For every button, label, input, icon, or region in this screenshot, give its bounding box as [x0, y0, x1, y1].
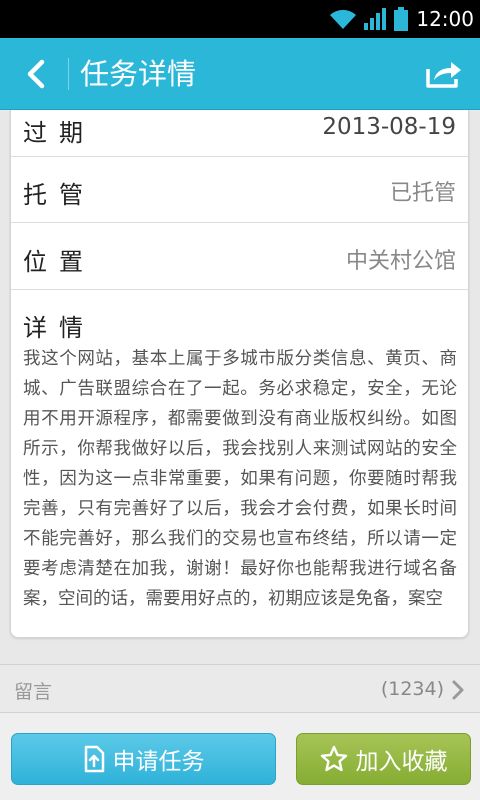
expire-value: 2013-08-19	[322, 114, 456, 140]
status-bar: 12:00	[0, 0, 480, 38]
title-divider	[68, 58, 69, 90]
location-value: 中关村公馆	[345, 249, 456, 274]
expire-row: 过期 2013-08-19	[11, 110, 468, 157]
add-favorite-label: 加入收藏	[355, 749, 448, 775]
share-icon	[426, 62, 461, 88]
apply-document-icon	[84, 745, 104, 773]
add-favorite-button[interactable]: 加入收藏	[296, 733, 471, 785]
status-time: 12:00	[416, 7, 474, 31]
signal-icon	[364, 8, 387, 30]
expire-label: 过期	[23, 119, 95, 147]
apply-task-label: 申请任务	[112, 749, 205, 775]
trust-value: 已托管	[389, 181, 456, 206]
share-button[interactable]	[422, 54, 466, 94]
trust-row: 托管 已托管	[11, 157, 468, 223]
star-icon	[320, 745, 347, 772]
back-arrow-icon	[27, 59, 45, 89]
comments-bar[interactable]: 留言 (1234)	[0, 664, 480, 713]
comments-label: 留言	[14, 681, 53, 703]
task-detail-card: 过期 2013-08-19 托管 已托管 位置 中关村公馆 详情 我这个网站，基…	[10, 110, 469, 638]
wifi-icon	[330, 9, 357, 29]
battery-icon	[394, 7, 409, 31]
trust-label: 托管	[23, 181, 95, 209]
status-icons: 12:00	[328, 6, 474, 32]
location-label: 位置	[23, 248, 95, 276]
bottom-action-bar: 申请任务 加入收藏	[0, 713, 480, 800]
back-button[interactable]	[14, 52, 58, 96]
description-label: 详情	[23, 314, 95, 342]
location-row[interactable]: 位置 中关村公馆	[11, 223, 468, 290]
chevron-right-icon	[452, 680, 464, 700]
description-text: 我这个网站，基本上属于多城市版分类信息、黄页、商城、广告联盟综合在了一起。务必求…	[23, 349, 457, 609]
page-title: 任务详情	[80, 57, 197, 91]
comments-count: (1234)	[380, 678, 444, 700]
apply-task-button[interactable]: 申请任务	[11, 733, 276, 785]
title-bar: 任务详情	[0, 38, 480, 110]
